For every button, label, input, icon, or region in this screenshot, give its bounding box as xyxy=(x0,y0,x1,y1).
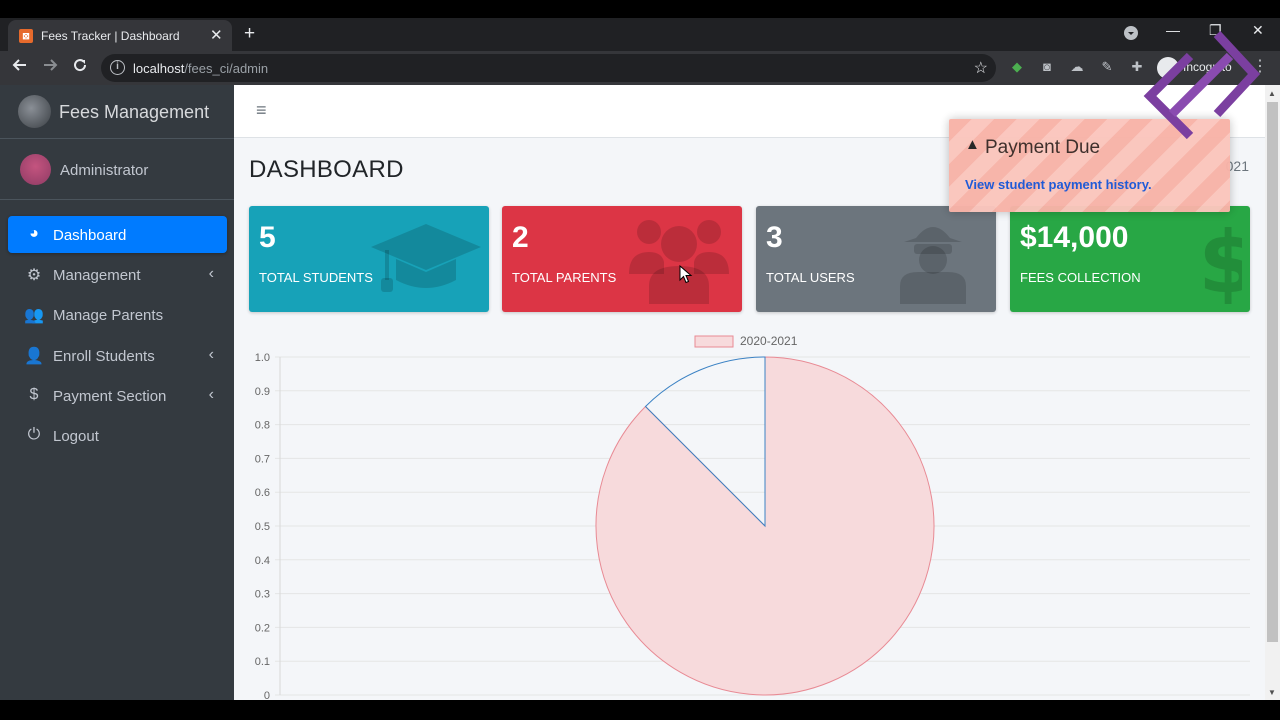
svg-text:$: $ xyxy=(1198,214,1242,304)
stat-value: $14,000 xyxy=(1020,221,1129,254)
extension-camera-icon[interactable]: ◙ xyxy=(1039,59,1055,75)
stat-box-users: 3 TOTAL USERS xyxy=(756,206,996,312)
sidebar-item-management[interactable]: ⚙ Management ‹ xyxy=(8,256,227,293)
sidebar-item-manage-parents[interactable]: 👥 Manage Parents xyxy=(8,296,227,333)
address-bar[interactable]: i localhost/fees_ci/admin ☆ xyxy=(101,54,996,82)
warning-icon: ▲ xyxy=(965,136,980,153)
content-wrapper: DASHBOARD 021 5 TOTAL STUDENTS 2 TOTAL P… xyxy=(234,138,1265,700)
y-tick-label: 0.3 xyxy=(255,589,270,601)
bookmark-star-icon[interactable]: ☆ xyxy=(974,58,988,78)
browser-toolbar: i localhost/fees_ci/admin ☆ ◆ ◙ ☁ ✎ ✚ In… xyxy=(0,51,1280,85)
new-tab-button[interactable]: + xyxy=(244,23,255,45)
url-host: localhost xyxy=(133,61,185,76)
xampp-favicon-icon: ⊠ xyxy=(19,29,33,43)
brand-name: Fees Management xyxy=(59,102,210,122)
site-info-icon[interactable]: i xyxy=(110,60,125,75)
tachometer-icon: ◕ xyxy=(29,225,39,242)
user-secret-icon xyxy=(900,227,966,304)
sidebar-item-label: Dashboard xyxy=(53,227,127,244)
hamburger-menu-icon[interactable]: ≡ xyxy=(256,100,267,121)
y-tick-label: 0.1 xyxy=(255,656,270,668)
sidebar-item-label: Logout xyxy=(53,428,99,445)
chevron-left-icon: ‹ xyxy=(208,346,214,363)
chevron-watermark-icon xyxy=(1143,30,1261,140)
sidebar-item-label: Management xyxy=(53,267,141,284)
y-tick-label: 0.8 xyxy=(255,420,270,432)
stat-label: TOTAL USERS xyxy=(766,270,855,285)
y-tick-label: 0.5 xyxy=(255,521,270,533)
mouse-cursor-icon xyxy=(679,265,693,284)
fees-pie-chart: 1.0 0.9 0.8 0.7 0.6 0.5 0.4 0.3 0.2 0.1 0 2020-2021 xyxy=(255,334,1250,700)
browser-tab[interactable]: ⊠ Fees Tracker | Dashboard ✕ xyxy=(8,20,232,51)
stat-value: 3 xyxy=(766,221,783,254)
y-tick-label: 1.0 xyxy=(255,352,270,364)
sidebar-item-logout[interactable]: ⏻ Logout xyxy=(8,417,227,454)
avatar xyxy=(20,154,51,185)
legend-swatch xyxy=(694,335,734,348)
scrollbar-thumb[interactable] xyxy=(1267,102,1278,642)
stat-label: TOTAL STUDENTS xyxy=(259,270,373,285)
stat-label: TOTAL PARENTS xyxy=(512,270,617,285)
page-title: DASHBOARD xyxy=(249,156,404,183)
y-tick-label: 0 xyxy=(264,690,270,700)
forward-arrow-icon[interactable] xyxy=(42,57,58,78)
cogs-icon: ⚙ xyxy=(26,267,42,284)
user-plus-icon: 👤 xyxy=(24,348,44,365)
tab-title: Fees Tracker | Dashboard xyxy=(41,29,180,43)
fees-chart: 1.0 0.9 0.8 0.7 0.6 0.5 0.4 0.3 0.2 0.1 0 2020-2021 xyxy=(249,328,1250,700)
back-arrow-icon[interactable] xyxy=(12,57,28,78)
stat-value: 5 xyxy=(259,221,276,254)
stat-value: 2 xyxy=(512,221,529,254)
dollar-icon: $ xyxy=(29,386,39,403)
extension-leaf-icon[interactable]: ◆ xyxy=(1009,59,1025,75)
tab-search-icon[interactable] xyxy=(1124,26,1138,43)
stat-box-parents: 2 TOTAL PARENTS xyxy=(502,206,742,312)
y-tick-label: 0.2 xyxy=(255,622,270,634)
sidebar-item-label: Payment Section xyxy=(53,388,167,405)
scroll-up-icon[interactable]: ▲ xyxy=(1268,89,1276,98)
address-url: localhost/fees_ci/admin xyxy=(133,61,268,76)
brand-link[interactable]: Fees Management xyxy=(0,85,234,139)
sidebar-item-dashboard[interactable]: ◕ Dashboard xyxy=(8,216,227,253)
users-icon xyxy=(629,220,729,304)
url-path: /fees_ci/admin xyxy=(184,61,269,76)
stat-label: FEES COLLECTION xyxy=(1020,270,1141,285)
y-tick-label: 0.6 xyxy=(255,487,270,499)
extension-pen-icon[interactable]: ✎ xyxy=(1099,59,1115,75)
sidebar: Fees Management Administrator ◕ Dashboard… xyxy=(0,85,234,700)
dollar-icon: $ xyxy=(1198,214,1242,304)
extension-cloud-icon[interactable]: ☁ xyxy=(1069,59,1085,75)
users-icon: 👥 xyxy=(24,307,44,324)
tab-close-icon[interactable]: ✕ xyxy=(210,26,223,44)
user-name: Administrator xyxy=(60,162,149,179)
reload-icon[interactable] xyxy=(72,57,88,78)
screen: ⊠ Fees Tracker | Dashboard ✕ + — ❐ ✕ i l… xyxy=(0,0,1280,720)
toast-title: Payment Due xyxy=(985,137,1101,158)
payment-history-link[interactable]: View student payment history. xyxy=(965,177,1152,192)
chevron-left-icon: ‹ xyxy=(208,386,214,403)
stat-box-students: 5 TOTAL STUDENTS xyxy=(249,206,489,312)
browser-tab-strip: ⊠ Fees Tracker | Dashboard ✕ + — ❐ ✕ xyxy=(0,18,1280,51)
sidebar-item-enroll-students[interactable]: 👤 Enroll Students ‹ xyxy=(8,337,227,374)
scroll-down-icon[interactable]: ▼ xyxy=(1268,688,1276,697)
stat-box-fees: $14,000 FEES COLLECTION $ xyxy=(1010,206,1250,312)
sidebar-item-payment-section[interactable]: $ Payment Section ‹ xyxy=(8,377,227,414)
sidebar-item-label: Enroll Students xyxy=(53,348,155,365)
page-scrollbar[interactable]: ▲ ▼ xyxy=(1265,85,1280,700)
power-icon: ⏻ xyxy=(27,426,41,443)
sidebar-item-label: Manage Parents xyxy=(53,307,164,324)
y-tick-label: 0.9 xyxy=(255,386,270,398)
y-tick-label: 0.4 xyxy=(255,555,270,567)
graduation-cap-icon xyxy=(371,224,481,292)
y-tick-label: 0.7 xyxy=(255,453,270,465)
user-panel[interactable]: Administrator xyxy=(0,139,234,200)
chevron-left-icon: ‹ xyxy=(208,265,214,282)
brand-logo-icon xyxy=(18,95,51,128)
legend-label: 2020-2021 xyxy=(740,334,798,348)
